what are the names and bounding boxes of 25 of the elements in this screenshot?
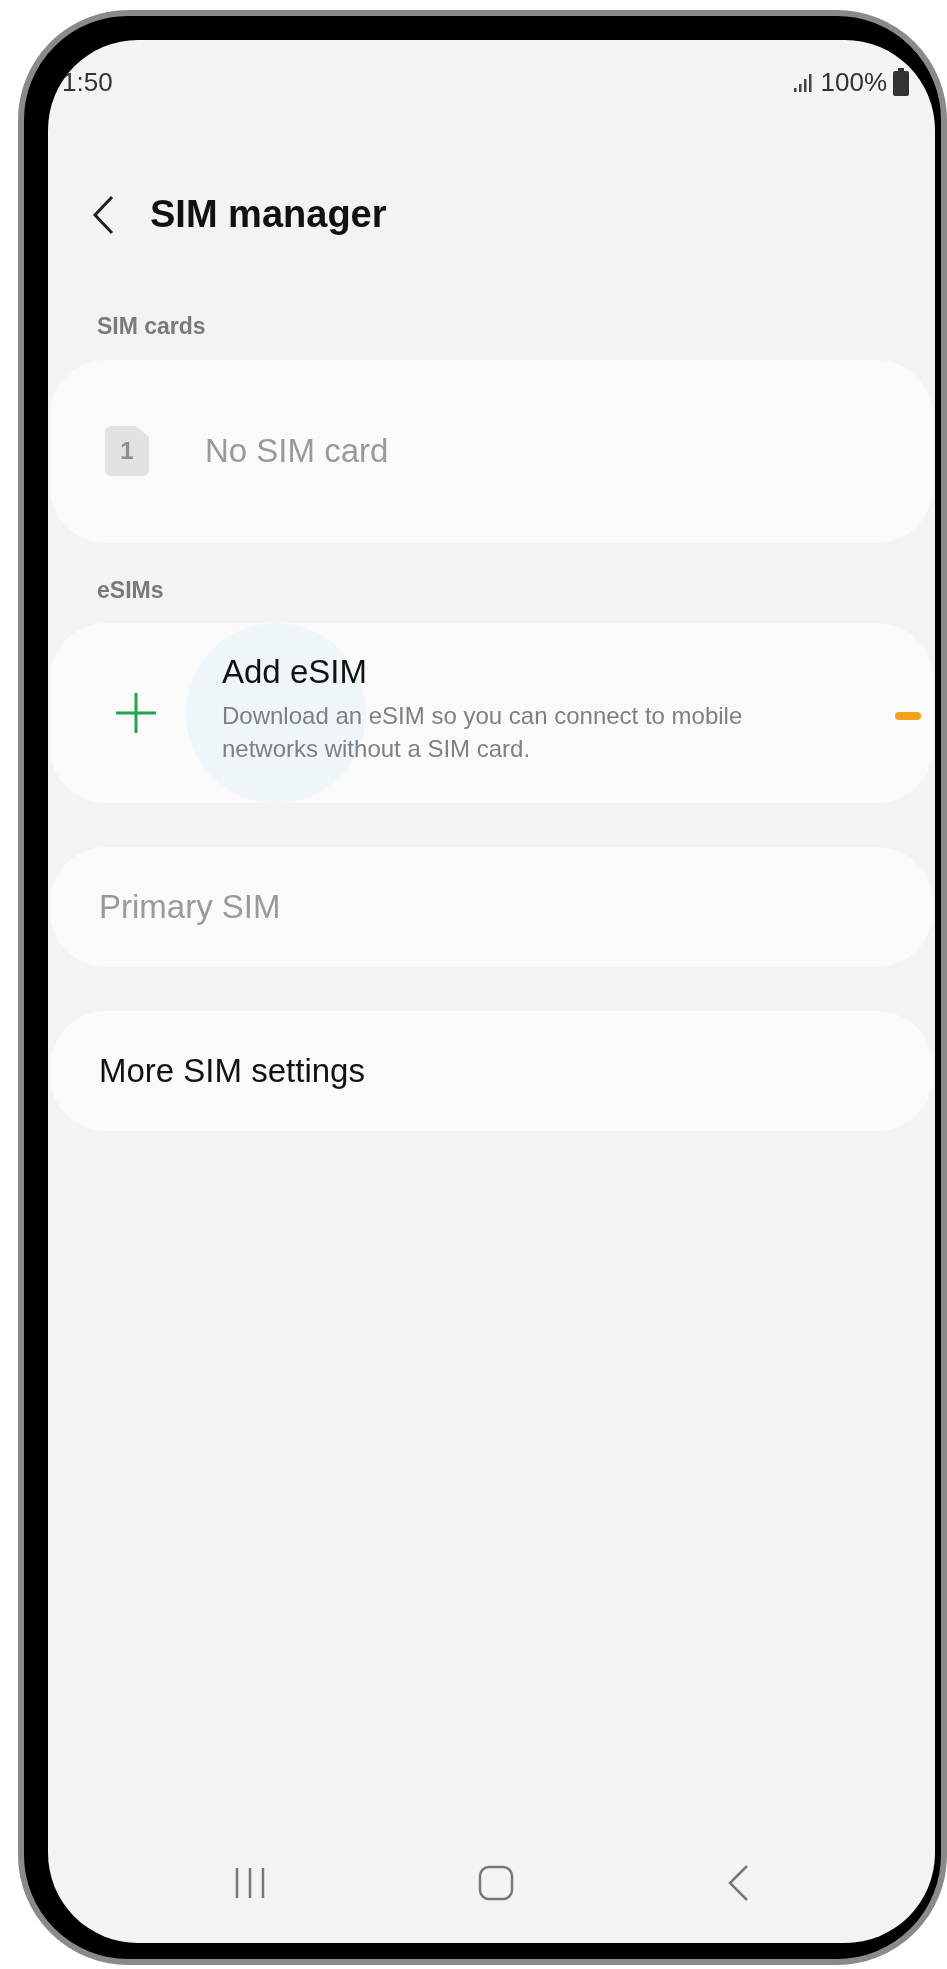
back-button[interactable] (92, 194, 116, 235)
back-nav-button[interactable] (726, 1864, 749, 1902)
section-label: eSIMs (96, 575, 165, 605)
add-esim-description: Download an eSIM so you can connect to mobile networks without a SIM card. (222, 700, 744, 764)
home-icon (478, 1865, 515, 1901)
home-button[interactable] (478, 1865, 515, 1901)
status-time: 1:50 (62, 65, 113, 99)
battery-icon (893, 68, 909, 96)
signal-icon (792, 71, 815, 93)
settings-row[interactable]: More SIM settings (50, 1011, 933, 1131)
add-esim-title: Add eSIM (222, 652, 368, 693)
recent-apps-icon (234, 1866, 267, 1900)
back-icon (92, 194, 114, 235)
section-label: SIM cards (96, 312, 207, 341)
sim-card-icon: 1 (105, 426, 149, 476)
recent-apps-button[interactable] (234, 1866, 267, 1900)
settings-row-title: Primary SIM (99, 887, 281, 928)
pointer-dash (895, 712, 921, 720)
settings-row-title: More SIM settings (99, 1051, 365, 1092)
plus-icon (115, 692, 157, 734)
page-title: SIM manager (150, 192, 387, 237)
sim-status-text: No SIM card (205, 431, 389, 472)
back-icon (726, 1864, 749, 1902)
add-esim-row[interactable]: Add eSIM Download an eSIM so you can connect to mobile networks without a SIM card. (50, 623, 933, 803)
battery-percent: 100% (820, 65, 887, 99)
